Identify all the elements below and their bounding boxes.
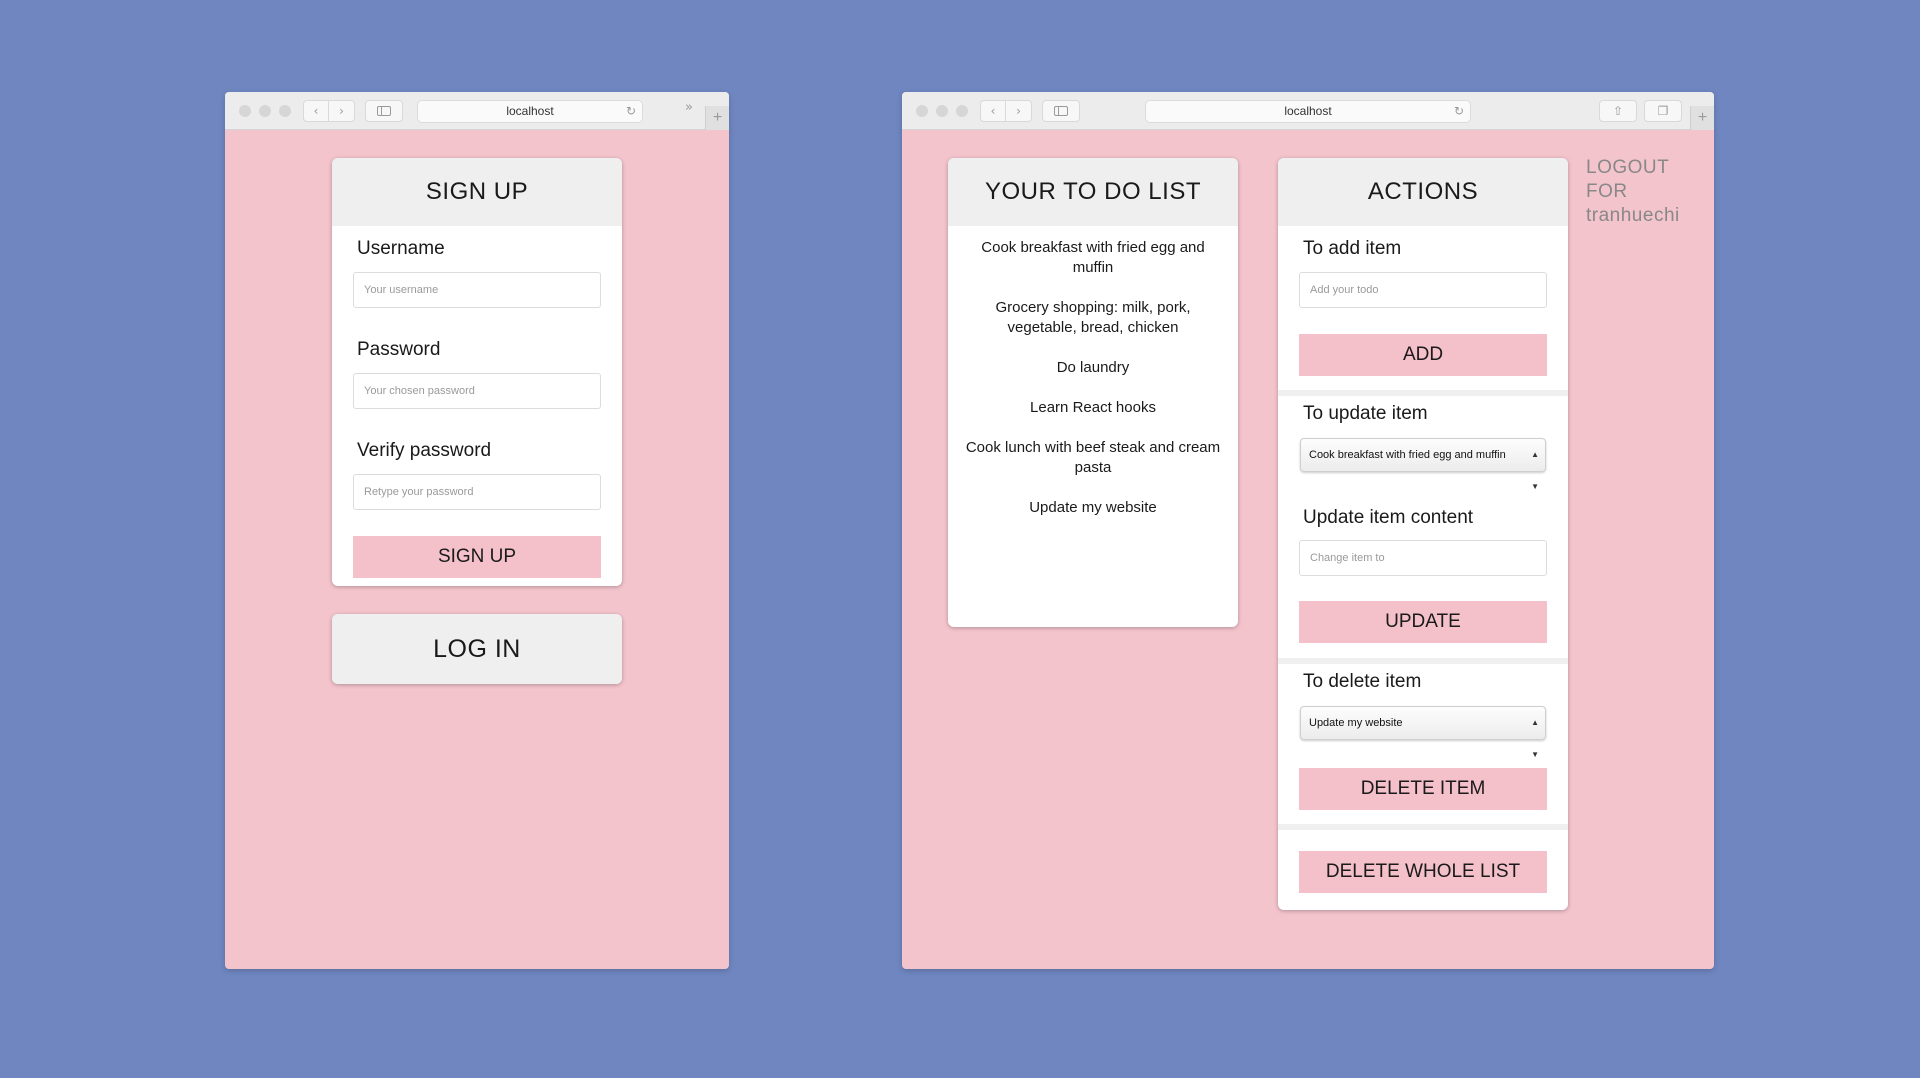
todo-item: Learn React hooks [1030,399,1156,416]
section-divider [1278,824,1568,830]
verify-password-label: Verify password [357,440,492,461]
logout-link[interactable]: LOGOUT FOR tranhuechi [1586,156,1706,228]
delete-whole-list-button[interactable]: DELETE WHOLE LIST [1299,851,1547,893]
todo-item: Grocery shopping: milk, pork, vegetable,… [995,299,1191,336]
todo-item: Cook lunch with beef steak and cream pas… [965,439,1221,476]
update-button[interactable]: UPDATE [1299,601,1547,643]
section-divider [1278,390,1568,396]
reload-icon[interactable]: ↻ [1454,101,1464,122]
delete-item-select[interactable]: Update my website ▲ ▼ [1300,706,1546,759]
verify-password-field[interactable]: Retype your password [353,474,601,510]
zoom-window-button[interactable] [279,105,291,117]
todo-item: Cook breakfast with fried egg and muffin [981,239,1205,276]
delete-item-button[interactable]: DELETE ITEM [1299,768,1547,810]
chevron-left-icon[interactable]: ‹ [980,100,1006,122]
todo-browser-window: ‹ › localhost ↻ ⇧ ❐ + YOUR TO DO LIST Co… [902,92,1714,969]
username-label: Username [357,238,445,259]
todo-list-card: YOUR TO DO LIST Cook breakfast with frie… [948,158,1238,627]
minimize-window-button[interactable] [259,105,271,117]
add-button[interactable]: ADD [1299,334,1547,376]
todo-list-title: YOUR TO DO LIST [948,158,1238,226]
logout-text: LOGOUT [1586,157,1670,178]
sidebar-icon[interactable] [365,100,403,122]
window-controls [239,105,291,117]
minimize-window-button[interactable] [936,105,948,117]
url-text: localhost [1284,104,1332,118]
share-icon[interactable]: ⇧ [1599,100,1637,122]
address-bar[interactable]: localhost ↻ [1145,100,1471,123]
update-item-label: To update item [1303,403,1428,424]
tabs-icon[interactable]: ❐ [1644,100,1682,122]
select-arrows-icon: ▲ ▼ [1531,718,1539,759]
username-field[interactable]: Your username [353,272,601,308]
logout-username: tranhuechi [1586,205,1680,226]
address-bar[interactable]: localhost ↻ [417,100,643,123]
history-nav: ‹ › [303,100,355,122]
login-card[interactable]: LOG IN [332,614,622,684]
delete-item-label: To delete item [1303,671,1422,692]
signup-browser-window: ‹ › localhost ↻ » + SIGN UP Username You… [225,92,729,969]
plus-icon[interactable]: + [1690,106,1714,130]
chevron-right-icon[interactable]: › [1006,100,1032,122]
zoom-window-button[interactable] [956,105,968,117]
signup-title: SIGN UP [332,158,622,226]
signup-card: SIGN UP Username Your username Password … [332,158,622,586]
chevron-left-icon[interactable]: ‹ [303,100,329,122]
signup-submit-button[interactable]: SIGN UP [353,536,601,578]
login-button[interactable]: LOG IN [332,614,622,684]
section-divider [1278,658,1568,664]
browser-toolbar: ‹ › localhost ↻ ⇧ ❐ + [902,92,1714,130]
chevron-right-icon[interactable]: › [329,100,355,122]
update-content-field[interactable]: Change item to [1299,540,1547,576]
plus-icon[interactable]: + [705,106,729,130]
logout-for-text: FOR [1586,181,1628,202]
browser-toolbar: ‹ › localhost ↻ » + [225,92,729,130]
close-window-button[interactable] [239,105,251,117]
add-item-label: To add item [1303,238,1402,259]
actions-card: ACTIONS To add item Add your todo ADD To… [1278,158,1568,910]
todo-item: Update my website [1029,499,1157,516]
close-window-button[interactable] [916,105,928,117]
window-controls [916,105,968,117]
url-text: localhost [506,104,554,118]
add-todo-field[interactable]: Add your todo [1299,272,1547,308]
delete-item-selected-value: Update my website [1309,717,1403,729]
update-content-label: Update item content [1303,507,1474,528]
todo-item: Do laundry [1056,359,1130,376]
password-field[interactable]: Your chosen password [353,373,601,409]
double-chevron-icon[interactable]: » [685,100,693,115]
history-nav: ‹ › [980,100,1032,122]
select-arrows-icon: ▲ ▼ [1531,450,1539,491]
sidebar-icon[interactable] [1042,100,1080,122]
reload-icon[interactable]: ↻ [626,101,636,122]
update-item-select[interactable]: Cook breakfast with fried egg and muffin… [1300,438,1546,491]
actions-title: ACTIONS [1278,158,1568,226]
password-label: Password [357,339,441,360]
update-item-selected-value: Cook breakfast with fried egg and muffin [1309,449,1506,461]
